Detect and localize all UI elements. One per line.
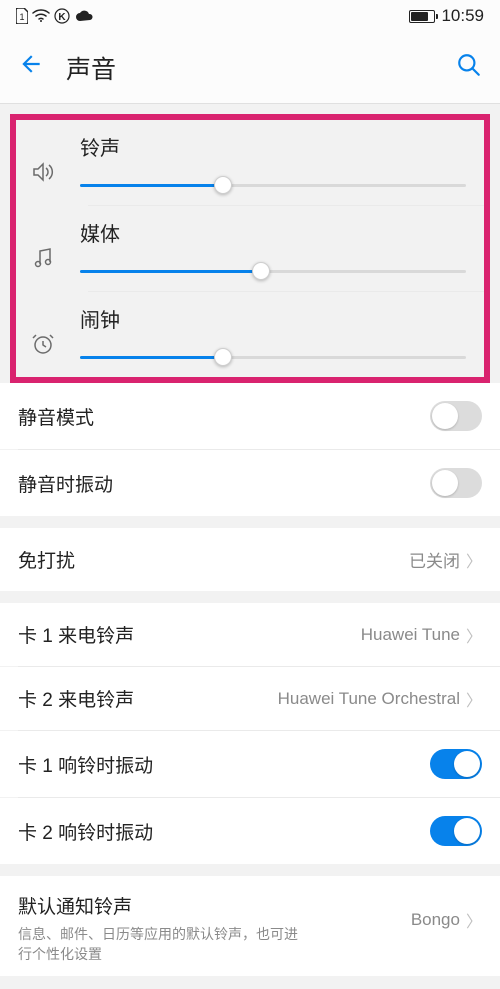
ringtone-slider[interactable] bbox=[80, 175, 466, 195]
sim2-vibrate-toggle[interactable] bbox=[430, 816, 482, 846]
sim1-ringtone-label: 卡 1 来电铃声 bbox=[18, 621, 134, 648]
ringtone-slider-label: 铃声 bbox=[80, 132, 466, 161]
alarm-slider[interactable] bbox=[80, 347, 466, 367]
vibrate-silent-toggle[interactable] bbox=[430, 468, 482, 498]
vibrate-silent-label: 静音时振动 bbox=[18, 470, 113, 497]
media-slider[interactable] bbox=[80, 261, 466, 281]
sim1-ringtone-value: Huawei Tune bbox=[361, 625, 460, 645]
sim2-ringtone-value: Huawei Tune Orchestral bbox=[278, 689, 460, 709]
sim2-vibrate-row[interactable]: 卡 2 响铃时振动 bbox=[0, 798, 500, 864]
default-notification-label: 默认通知铃声 bbox=[18, 892, 298, 919]
sim2-ringtone-row[interactable]: 卡 2 来电铃声 Huawei Tune Orchestral 〉 bbox=[0, 667, 500, 730]
status-left: 1 K bbox=[16, 8, 94, 24]
chevron-right-icon: 〉 bbox=[466, 908, 482, 932]
search-button[interactable] bbox=[456, 52, 482, 83]
sim1-vibrate-row[interactable]: 卡 1 响铃时振动 bbox=[0, 731, 500, 797]
ringtone-slider-row: 铃声 bbox=[16, 120, 484, 205]
vibrate-silent-row[interactable]: 静音时振动 bbox=[0, 450, 500, 516]
back-button[interactable] bbox=[18, 51, 44, 84]
alarm-icon bbox=[26, 332, 60, 356]
silent-mode-label: 静音模式 bbox=[18, 403, 94, 430]
media-icon bbox=[26, 246, 60, 270]
default-notification-value: Bongo bbox=[411, 910, 460, 930]
svg-text:1: 1 bbox=[19, 12, 24, 22]
wifi-icon bbox=[32, 9, 50, 23]
default-notification-desc: 信息、邮件、日历等应用的默认铃声，也可进行个性化设置 bbox=[18, 925, 298, 964]
status-right: 10:59 bbox=[409, 6, 484, 26]
svg-text:K: K bbox=[58, 12, 66, 23]
page-title: 声音 bbox=[66, 50, 456, 86]
dnd-row[interactable]: 免打扰 已关闭 〉 bbox=[0, 528, 500, 591]
chevron-right-icon: 〉 bbox=[466, 687, 482, 711]
chevron-right-icon: 〉 bbox=[466, 548, 482, 572]
media-slider-row: 媒体 bbox=[16, 206, 484, 291]
sim1-vibrate-toggle[interactable] bbox=[430, 749, 482, 779]
alarm-slider-label: 闹钟 bbox=[80, 304, 466, 333]
chevron-right-icon: 〉 bbox=[466, 623, 482, 647]
silent-mode-toggle[interactable] bbox=[430, 401, 482, 431]
dnd-label: 免打扰 bbox=[18, 546, 75, 573]
sim1-vibrate-label: 卡 1 响铃时振动 bbox=[18, 751, 153, 778]
battery-icon bbox=[409, 10, 435, 23]
sim2-vibrate-label: 卡 2 响铃时振动 bbox=[18, 818, 153, 845]
header: 声音 bbox=[0, 32, 500, 104]
ringtone-icon bbox=[26, 160, 60, 184]
alarm-slider-row: 闹钟 bbox=[16, 292, 484, 377]
sim1-ringtone-row[interactable]: 卡 1 来电铃声 Huawei Tune 〉 bbox=[0, 603, 500, 666]
media-slider-label: 媒体 bbox=[80, 218, 466, 247]
letter-k-icon: K bbox=[54, 8, 70, 24]
status-bar: 1 K 10:59 bbox=[0, 0, 500, 32]
sim2-ringtone-label: 卡 2 来电铃声 bbox=[18, 685, 134, 712]
silent-mode-row[interactable]: 静音模式 bbox=[0, 383, 500, 449]
status-time: 10:59 bbox=[441, 6, 484, 26]
cloud-icon bbox=[74, 9, 94, 23]
dnd-value: 已关闭 bbox=[409, 547, 460, 572]
sim-icon: 1 bbox=[16, 8, 28, 24]
default-notification-row[interactable]: 默认通知铃声 信息、邮件、日历等应用的默认铃声，也可进行个性化设置 Bongo … bbox=[0, 876, 500, 976]
volume-sliders-highlight: 铃声 媒体 闹钟 bbox=[10, 114, 490, 383]
